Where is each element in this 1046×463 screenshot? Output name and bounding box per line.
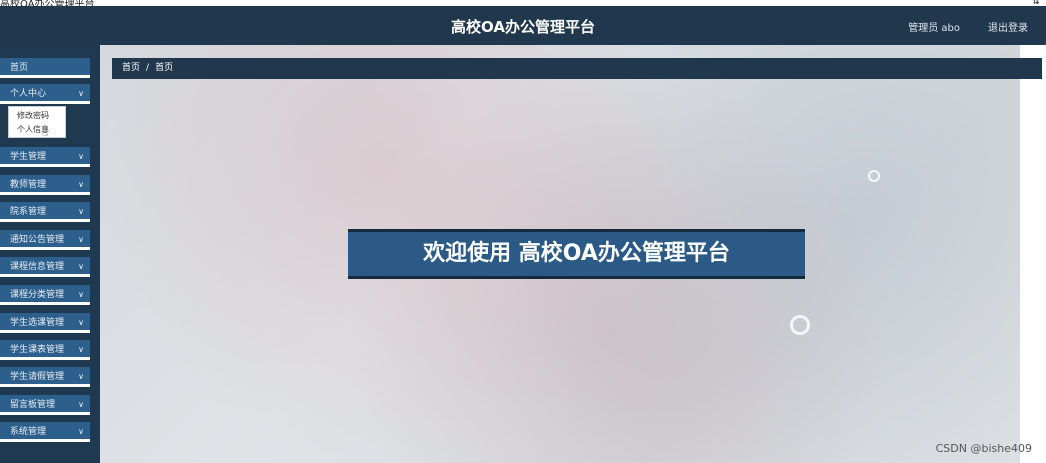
- sidebar-item-leave-management[interactable]: 学生请假管理 ∨: [0, 367, 90, 387]
- chevron-down-icon: ∨: [78, 345, 84, 354]
- sidebar-item-teacher-management[interactable]: 教师管理 ∨: [0, 175, 90, 195]
- chevron-down-icon: ∨: [78, 89, 84, 98]
- sidebar-item-notice-management[interactable]: 通知公告管理 ∨: [0, 230, 90, 250]
- chevron-down-icon: ∨: [78, 152, 84, 161]
- sidebar-item-label: 学生管理: [10, 152, 47, 162]
- site-brand: 高校OA办公管理平台: [451, 18, 595, 36]
- sidebar-item-label: 首页: [10, 63, 29, 73]
- chevron-down-icon: ∨: [78, 262, 84, 271]
- sidebar-item-course-selection-management[interactable]: 学生选课管理 ∨: [0, 313, 90, 333]
- sidebar-item-label: 个人中心: [10, 89, 47, 99]
- breadcrumb-current: 首页: [155, 63, 174, 73]
- breadcrumb: 首页 / 首页: [112, 58, 1042, 79]
- sidebar-item-label: 课程分类管理: [10, 290, 65, 300]
- sidebar-item-label: 学生课表管理: [10, 345, 65, 355]
- sidebar-item-label: 教师管理: [10, 180, 47, 190]
- top-header: 高校OA办公管理平台 管理员 abo 退出登录: [0, 6, 1046, 45]
- breadcrumb-separator: /: [146, 63, 150, 73]
- chevron-down-icon: ∨: [78, 207, 84, 216]
- chevron-down-icon: ∨: [78, 400, 84, 409]
- sidebar-item-label: 系统管理: [10, 427, 47, 437]
- sidebar-item-course-category-management[interactable]: 课程分类管理 ∨: [0, 285, 90, 305]
- hand-cursor-icon: ☝: [42, 128, 49, 139]
- chevron-down-icon: ∨: [78, 290, 84, 299]
- sidebar-item-department-management[interactable]: 院系管理 ∨: [0, 202, 90, 222]
- chevron-down-icon: ∨: [78, 427, 84, 436]
- sidebar-item-timetable-management[interactable]: 学生课表管理 ∨: [0, 340, 90, 360]
- chevron-down-icon: ∨: [78, 372, 84, 381]
- sidebar-item-course-info-management[interactable]: 课程信息管理 ∨: [0, 257, 90, 277]
- decorative-ring: [790, 315, 810, 335]
- sidebar-item-label: 学生选课管理: [10, 318, 65, 328]
- sidebar-item-label: 院系管理: [10, 207, 47, 217]
- main-content: 首页 / 首页 欢迎使用 高校OA办公管理平台: [100, 45, 1046, 463]
- welcome-banner: 欢迎使用 高校OA办公管理平台: [348, 229, 805, 279]
- chevron-down-icon: ∨: [78, 235, 84, 244]
- current-user: 管理员 abo: [908, 23, 960, 34]
- sidebar-item-label: 留言板管理: [10, 400, 56, 410]
- sidebar-item-personal-center[interactable]: 个人中心 ∨: [0, 84, 90, 104]
- chevron-down-icon: ∨: [78, 180, 84, 189]
- sidebar-item-home[interactable]: 首页: [0, 58, 90, 78]
- sidebar-item-label: 课程信息管理: [10, 262, 65, 272]
- personal-center-submenu: 修改密码 个人信息: [8, 106, 66, 138]
- sidebar-item-label: 通知公告管理: [10, 235, 65, 245]
- breadcrumb-home-link[interactable]: 首页: [122, 63, 140, 73]
- chevron-down-icon: ∨: [78, 318, 84, 327]
- logout-link[interactable]: 退出登录: [988, 19, 1028, 34]
- scrollbar-gutter[interactable]: [1020, 45, 1046, 463]
- sidebar-item-message-board-management[interactable]: 留言板管理 ∨: [0, 395, 90, 415]
- watermark: CSDN @bishe409: [935, 442, 1032, 455]
- sidebar-item-label: 学生请假管理: [10, 372, 65, 382]
- submenu-item-change-password[interactable]: 修改密码: [17, 110, 49, 121]
- sidebar-item-student-management[interactable]: 学生管理 ∨: [0, 147, 90, 167]
- sidebar-item-system-management[interactable]: 系统管理 ∨: [0, 422, 90, 442]
- decorative-ring: [868, 170, 880, 182]
